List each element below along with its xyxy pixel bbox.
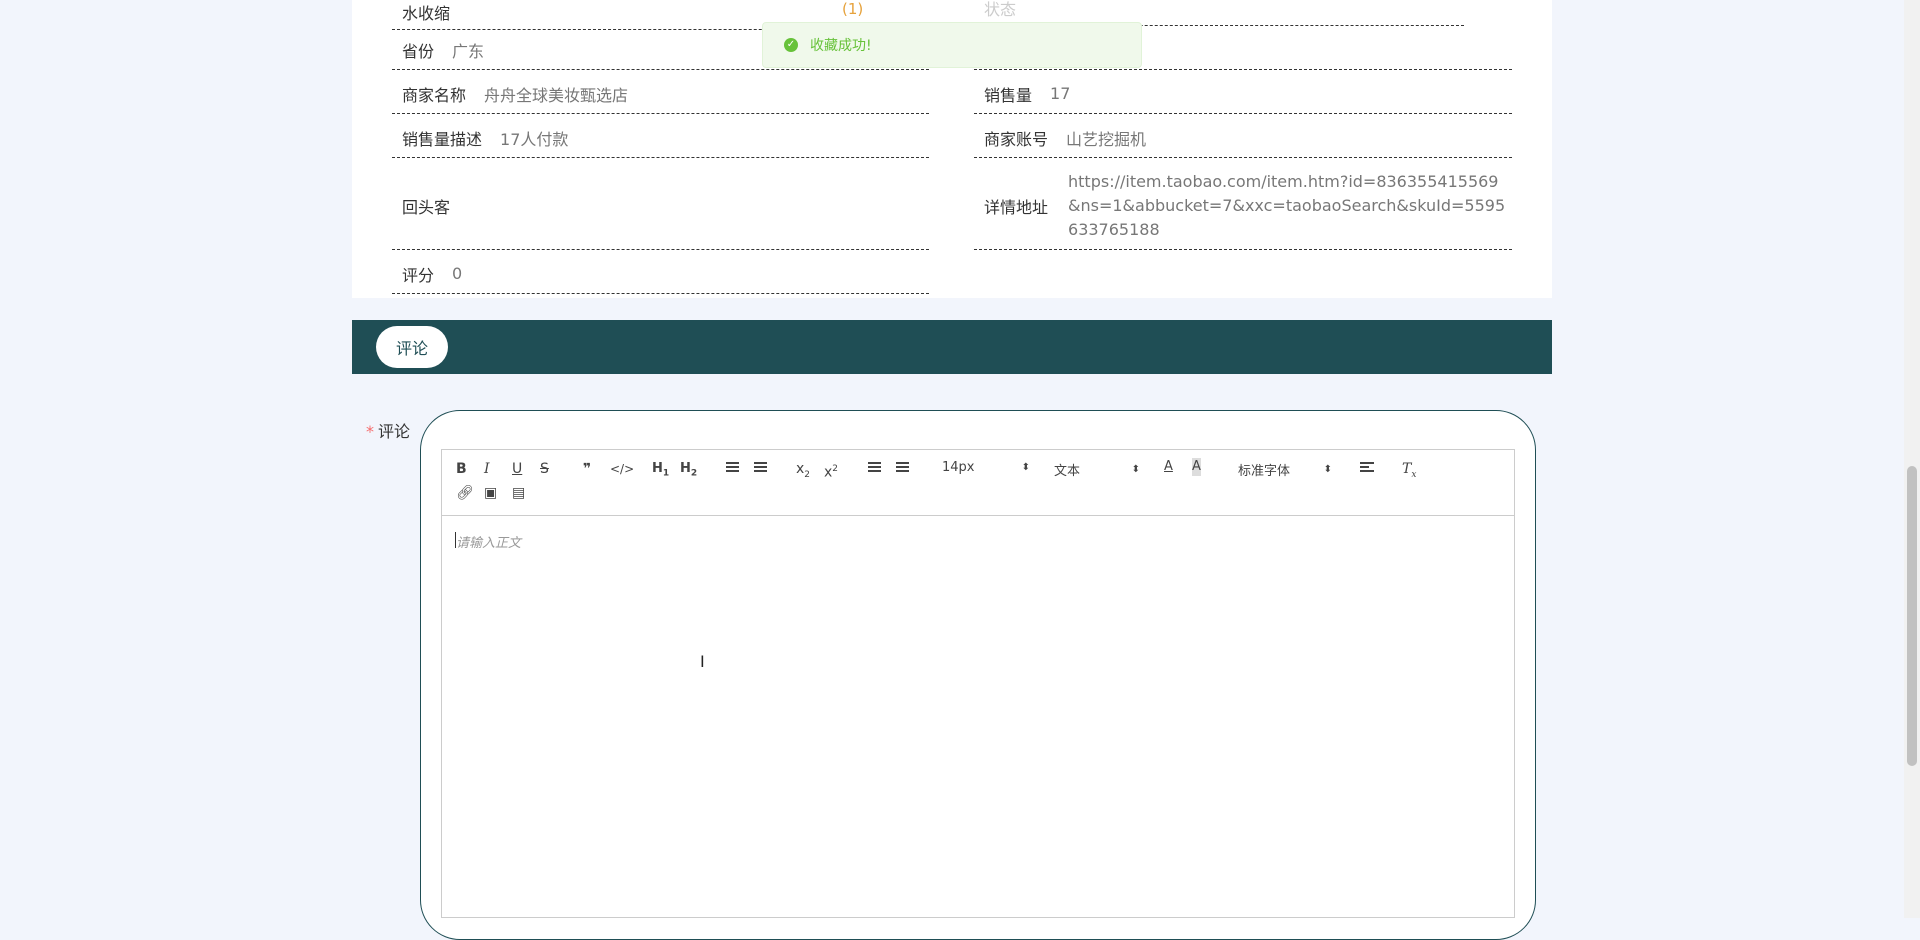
code-block-icon[interactable]: </> — [610, 460, 634, 478]
editor-toolbar: B I U S ❞ </> H1 H2 x2 x2 14px ⬍ 文本 ⬍ A … — [442, 450, 1514, 516]
header-1-icon[interactable]: H1 — [652, 460, 669, 483]
field-rating: 评分 0 — [392, 254, 929, 294]
ordered-list-icon[interactable] — [726, 460, 739, 480]
text-type-picker[interactable]: 文本 ⬍ — [1054, 460, 1140, 479]
outdent-icon[interactable] — [868, 460, 881, 479]
link-icon[interactable]: 🔗︎ — [456, 484, 474, 502]
check-circle-icon: ✓ — [784, 38, 798, 52]
success-toast: ✓ 收藏成功! — [762, 22, 1142, 68]
clear-format-icon[interactable]: Tx — [1402, 460, 1416, 484]
collect-count: (1) — [842, 0, 864, 18]
image-icon[interactable]: ▣ — [484, 484, 497, 502]
province-label: 省份 — [402, 41, 435, 61]
font-color-icon[interactable]: A — [1164, 458, 1173, 476]
field-merchant-account: 商家账号 山艺挖掘机 — [974, 118, 1512, 158]
superscript-icon[interactable]: x2 — [824, 460, 838, 482]
sales-desc-label: 销售量描述 — [402, 129, 483, 149]
strike-icon[interactable]: S — [540, 460, 549, 478]
merchant-account-value: 山艺挖掘机 — [1066, 129, 1147, 149]
rating-value: 0 — [452, 264, 463, 283]
field-repeat-customer: 回头客 — [392, 162, 929, 250]
detail-url-label: 详情地址 — [984, 197, 1049, 217]
detail-top-partial: 水收缩 — [392, 0, 812, 30]
indent-icon[interactable] — [896, 460, 909, 479]
page-scrollbar[interactable] — [1904, 0, 1920, 918]
sales-label: 销售量 — [984, 85, 1033, 105]
toast-message: 收藏成功! — [810, 38, 872, 54]
subscript-icon[interactable]: x2 — [796, 460, 810, 484]
bold-icon[interactable]: B — [456, 460, 467, 478]
font-family-value: 标准字体 — [1238, 464, 1291, 479]
repeat-customer-label: 回头客 — [402, 197, 451, 217]
picker-arrows-icon: ⬍ — [1021, 461, 1030, 473]
sales-desc-value: 17人付款 — [500, 129, 569, 149]
video-icon[interactable]: ▤ — [512, 484, 525, 502]
font-family-picker[interactable]: 标准字体 ⬍ — [1238, 460, 1332, 479]
merchant-account-label: 商家账号 — [984, 129, 1049, 149]
bullet-list-icon[interactable] — [754, 460, 767, 480]
merchant-name-label: 商家名称 — [402, 85, 467, 105]
header-2-icon[interactable]: H2 — [680, 460, 697, 483]
text-cursor-icon: I — [700, 652, 705, 671]
field-sales: 销售量 17 — [974, 74, 1512, 114]
merchant-name-value: 舟舟全球美妆甄选店 — [484, 85, 629, 105]
text-type-value: 文本 — [1054, 464, 1081, 479]
italic-icon[interactable]: I — [484, 460, 490, 478]
tab-comments[interactable]: 评论 — [376, 326, 448, 368]
background-color-icon[interactable]: A — [1192, 458, 1201, 476]
comment-field-label: * 评论 — [366, 418, 410, 442]
detail-top-partial-label: 水收缩 — [402, 3, 451, 23]
comment-label-text: 评论 — [378, 422, 411, 441]
underline-icon[interactable]: U — [512, 460, 522, 478]
font-size-picker[interactable]: 14px ⬍ — [942, 460, 1030, 475]
sales-value: 17 — [1050, 84, 1071, 103]
editor-placeholder[interactable]: 请输入正文 — [456, 532, 521, 551]
picker-arrows-icon: ⬍ — [1323, 463, 1332, 475]
blockquote-icon[interactable]: ❞ — [583, 460, 591, 478]
field-detail-url: 详情地址 https://item.taobao.com/item.htm?id… — [974, 162, 1512, 250]
rich-text-editor: B I U S ❞ </> H1 H2 x2 x2 14px ⬍ 文本 ⬍ A … — [441, 449, 1515, 918]
font-size-value: 14px — [942, 460, 975, 475]
field-merchant-name: 商家名称 舟舟全球美妆甄选店 — [392, 74, 929, 114]
province-value: 广东 — [452, 41, 485, 61]
field-sales-desc: 销售量描述 17人付款 — [392, 118, 929, 158]
detail-url-value[interactable]: https://item.taobao.com/item.htm?id=8363… — [1068, 170, 1508, 242]
tab-bar: 评论 — [352, 320, 1552, 374]
detail-top-right-label: 状态 — [984, 0, 1017, 19]
required-mark: * — [366, 422, 374, 441]
picker-arrows-icon: ⬍ — [1131, 463, 1140, 475]
align-icon[interactable] — [1360, 460, 1374, 479]
rating-label: 评分 — [402, 265, 435, 285]
scrollbar-thumb[interactable] — [1907, 466, 1917, 766]
